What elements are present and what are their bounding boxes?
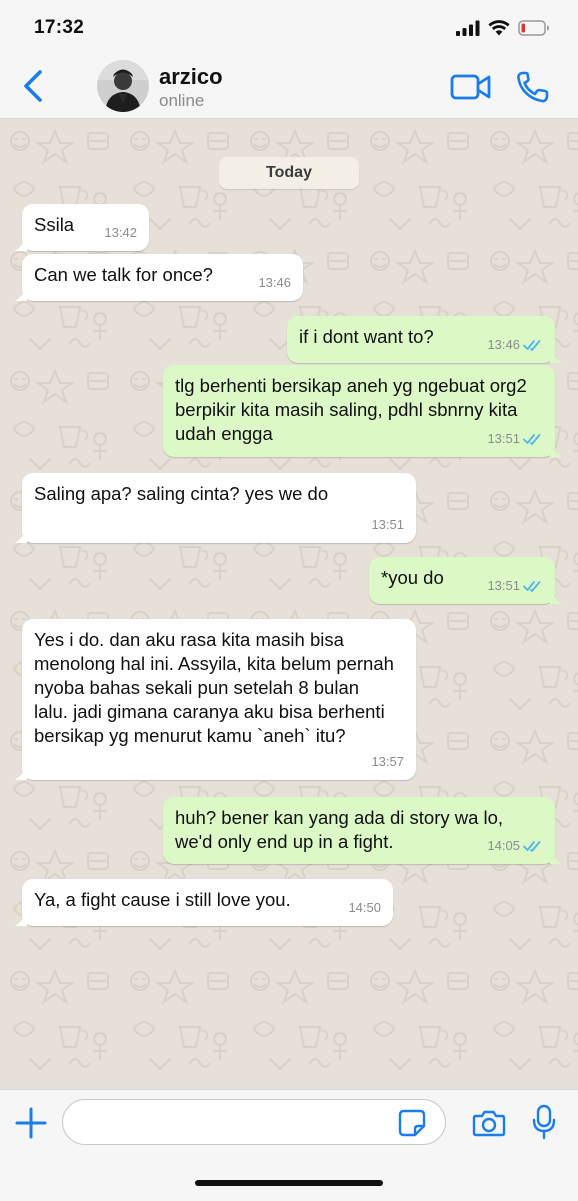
microphone-icon — [532, 1104, 556, 1140]
avatar[interactable] — [97, 60, 149, 112]
chat-header: arzico online — [0, 56, 578, 119]
message-meta: 14:05 — [487, 834, 543, 858]
status-bar: 17:32 — [0, 0, 578, 56]
message-text: Ya, a fight cause i still love you. — [34, 889, 291, 910]
message-time: 13:46 — [258, 275, 291, 290]
contact-status: online — [159, 91, 205, 110]
message-meta: 13:57 — [371, 750, 404, 774]
message-bubble-incoming[interactable]: Ssila 13:42 — [15, 204, 149, 251]
message-meta: 13:46 — [487, 333, 543, 357]
sticker-button[interactable] — [398, 1109, 426, 1137]
message-meta: 13:42 — [104, 221, 137, 245]
status-icons — [456, 20, 550, 36]
plus-icon — [15, 1107, 47, 1139]
bubble-tail — [550, 850, 562, 864]
phone-icon — [517, 71, 549, 103]
message-bubble-outgoing[interactable]: if i dont want to? 13:46 — [287, 316, 562, 363]
message-bubble-incoming[interactable]: Ya, a fight cause i still love you. 14:5… — [15, 879, 393, 926]
bubble-tail — [15, 912, 27, 926]
double-check-icon — [523, 434, 541, 445]
add-attachment-button[interactable] — [14, 1106, 48, 1140]
bubble-tail — [15, 529, 27, 543]
message-time: 13:46 — [487, 337, 520, 352]
message-bubble-incoming[interactable]: Saling apa? saling cinta? yes we do 13:5… — [15, 473, 416, 543]
message-text: Saling apa? saling cinta? yes we do — [34, 483, 329, 504]
video-call-button[interactable] — [450, 72, 492, 102]
message-bubble-outgoing[interactable]: tlg berhenti bersikap aneh yg ngebuat or… — [163, 365, 562, 457]
video-camera-icon — [450, 74, 491, 100]
chat-area[interactable]: Today Ssila 13:42 Can we talk for once? … — [0, 119, 578, 1089]
date-separator: Today — [219, 157, 359, 189]
contact-name[interactable]: arzico — [159, 64, 223, 90]
bubble-tail — [550, 443, 562, 457]
message-time: 14:05 — [487, 838, 520, 853]
message-time: 13:51 — [487, 431, 520, 446]
signal-icon — [456, 20, 480, 36]
status-time: 17:32 — [34, 17, 85, 38]
message-time: 13:51 — [371, 517, 404, 532]
avatar-photo — [97, 60, 149, 112]
message-time: 13:42 — [104, 225, 137, 240]
bubble-tail — [15, 766, 27, 780]
message-time: 13:51 — [487, 578, 520, 593]
message-text: Yes i do. dan aku rasa kita masih bisa m… — [34, 629, 394, 746]
double-check-icon — [523, 340, 541, 351]
double-check-icon — [523, 841, 541, 852]
chevron-left-icon — [24, 70, 42, 102]
bubble-tail — [550, 349, 562, 363]
bubble-tail — [550, 590, 562, 604]
message-input[interactable] — [62, 1099, 446, 1145]
message-bubble-outgoing[interactable]: *you do 13:51 — [369, 557, 562, 604]
voice-call-button[interactable] — [515, 70, 551, 104]
message-meta: 13:46 — [258, 271, 291, 295]
bubble-tail — [15, 287, 27, 301]
back-button[interactable] — [18, 68, 50, 104]
wifi-icon — [488, 20, 510, 36]
camera-button[interactable] — [472, 1108, 506, 1138]
message-bubble-incoming[interactable]: Can we talk for once? 13:46 — [15, 254, 303, 301]
home-indicator[interactable] — [195, 1180, 383, 1186]
voice-record-button[interactable] — [532, 1104, 556, 1140]
message-time: 13:57 — [371, 754, 404, 769]
message-text: Can we talk for once? — [34, 264, 213, 285]
double-check-icon — [523, 581, 541, 592]
message-time: 14:50 — [348, 900, 381, 915]
message-bubble-incoming[interactable]: Yes i do. dan aku rasa kita masih bisa m… — [15, 619, 416, 780]
message-meta: 13:51 — [371, 513, 404, 537]
message-meta: 13:51 — [487, 427, 543, 451]
message-meta: 14:50 — [348, 896, 381, 920]
camera-icon — [472, 1110, 506, 1137]
sticker-icon — [398, 1109, 426, 1137]
message-meta: 13:51 — [487, 574, 543, 598]
message-bubble-outgoing[interactable]: huh? bener kan yang ada di story wa lo, … — [163, 797, 562, 864]
battery-icon — [518, 20, 549, 36]
bubble-tail — [15, 237, 27, 251]
